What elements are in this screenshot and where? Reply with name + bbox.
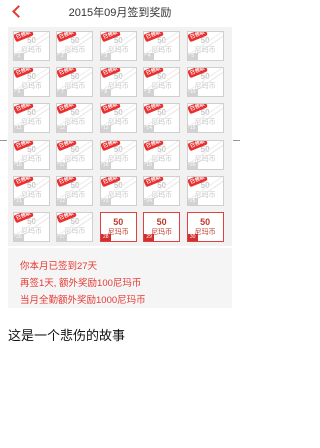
reward-cell-day-3[interactable]: 50 尼玛币 3 已领取 bbox=[99, 31, 137, 61]
page-title: 2015年09月签到奖励 bbox=[68, 7, 172, 19]
day-number: 30 bbox=[187, 234, 198, 241]
reward-cell-day-27[interactable]: 50 尼玛币 27 已领取 bbox=[56, 212, 94, 242]
reward-cell-day-29[interactable]: 50 尼玛币 29 bbox=[143, 212, 181, 242]
day-number: 12 bbox=[57, 125, 68, 133]
reward-cell-day-1[interactable]: 50 尼玛币 1 已领取 bbox=[13, 31, 50, 61]
day-number: 9 bbox=[144, 89, 155, 97]
day-number: 19 bbox=[144, 161, 155, 169]
day-number: 8 bbox=[100, 89, 111, 97]
sign-in-info-panel: 你本月已签到27天 再签1天, 额外奖励100尼玛币 当月全勤额外奖励1000尼… bbox=[8, 248, 232, 308]
top-bar: 2015年09月签到奖励 bbox=[0, 0, 240, 26]
day-number: 13 bbox=[100, 125, 111, 133]
day-number: 18 bbox=[100, 161, 111, 169]
reward-cell-day-25[interactable]: 50 尼玛币 25 已领取 bbox=[186, 175, 224, 206]
day-number: 25 bbox=[187, 197, 198, 205]
day-number: 3 bbox=[100, 53, 111, 60]
day-number: 14 bbox=[144, 125, 155, 133]
reward-cell-day-8[interactable]: 50 尼玛币 8 已领取 bbox=[99, 67, 137, 98]
day-number: 15 bbox=[187, 125, 198, 133]
day-number: 24 bbox=[144, 197, 155, 205]
reward-cell-day-17[interactable]: 50 尼玛币 17 已领取 bbox=[56, 139, 94, 170]
day-number: 10 bbox=[187, 89, 198, 97]
day-number: 4 bbox=[144, 53, 155, 60]
reward-cell-day-14[interactable]: 50 尼玛币 14 已领取 bbox=[143, 103, 181, 134]
day-number: 11 bbox=[14, 125, 24, 133]
day-number: 7 bbox=[57, 89, 68, 97]
day-number: 28 bbox=[100, 234, 111, 241]
reward-cell-day-4[interactable]: 50 尼玛币 4 已领取 bbox=[143, 31, 181, 61]
reward-cell-day-9[interactable]: 50 尼玛币 9 已领取 bbox=[143, 67, 181, 98]
reward-cell-day-13[interactable]: 50 尼玛币 13 已领取 bbox=[99, 103, 137, 134]
reward-cell-day-5[interactable]: 50 尼玛币 5 已领取 bbox=[186, 31, 224, 61]
day-number: 29 bbox=[144, 234, 155, 241]
reward-cell-day-30[interactable]: 50 尼玛币 30 bbox=[186, 212, 224, 242]
reward-amount: 50 bbox=[156, 217, 167, 227]
day-number: 20 bbox=[187, 161, 198, 169]
day-number: 21 bbox=[14, 197, 24, 205]
reward-cell-day-6[interactable]: 50 尼玛币 6 已领取 bbox=[13, 67, 50, 98]
next-bonus-text: 再签1天, 额外奖励100尼玛币 bbox=[20, 278, 142, 289]
reward-cell-day-20[interactable]: 50 尼玛币 20 已领取 bbox=[186, 139, 224, 170]
day-number: 27 bbox=[57, 234, 68, 241]
sign-in-calendar: 50 尼玛币 1 已领取 50 尼玛币 2 已领取 50 尼玛币 3 已领取 50 尼玛币 4 已领取 50 尼玛… bbox=[8, 27, 232, 246]
right-edge-marker bbox=[233, 140, 240, 141]
reward-cell-day-16[interactable]: 50 尼玛币 16 已领取 bbox=[13, 139, 50, 170]
day-number: 1 bbox=[14, 53, 24, 60]
day-number: 17 bbox=[57, 161, 68, 169]
day-number: 6 bbox=[14, 89, 24, 97]
reward-cell-day-21[interactable]: 50 尼玛币 21 已领取 bbox=[13, 175, 50, 206]
reward-cell-day-2[interactable]: 50 尼玛币 2 已领取 bbox=[56, 31, 94, 61]
reward-cell-day-28[interactable]: 50 尼玛币 28 bbox=[99, 212, 137, 242]
reward-cell-day-11[interactable]: 50 尼玛币 11 已领取 bbox=[13, 103, 50, 134]
day-number: 23 bbox=[100, 197, 111, 205]
day-number: 5 bbox=[187, 53, 198, 60]
left-edge-marker bbox=[0, 140, 7, 141]
day-number: 26 bbox=[14, 234, 24, 241]
reward-grid: 50 尼玛币 1 已领取 50 尼玛币 2 已领取 50 尼玛币 3 已领取 50 尼玛币 4 已领取 50 尼玛… bbox=[8, 27, 232, 246]
reward-cell-day-10[interactable]: 50 尼玛币 10 已领取 bbox=[186, 67, 224, 98]
reward-cell-day-18[interactable]: 50 尼玛币 18 已领取 bbox=[99, 139, 137, 170]
day-number: 16 bbox=[14, 161, 24, 169]
reward-cell-day-22[interactable]: 50 尼玛币 22 已领取 bbox=[56, 175, 94, 206]
reward-amount: 50 bbox=[200, 217, 211, 227]
day-number: 22 bbox=[57, 197, 68, 205]
reward-cell-day-15[interactable]: 50 尼玛币 15 已领取 bbox=[186, 103, 224, 134]
reward-cell-day-23[interactable]: 50 尼玛币 23 已领取 bbox=[99, 175, 137, 206]
reward-cell-day-19[interactable]: 50 尼玛币 19 已领取 bbox=[143, 139, 181, 170]
reward-cell-day-26[interactable]: 50 尼玛币 26 已领取 bbox=[13, 212, 50, 242]
reward-cell-day-24[interactable]: 50 尼玛币 24 已领取 bbox=[143, 175, 181, 206]
reward-cell-day-12[interactable]: 50 尼玛币 12 已领取 bbox=[56, 103, 94, 134]
full-attendance-text: 当月全勤额外奖励1000尼玛币 bbox=[20, 295, 146, 306]
reward-cell-day-7[interactable]: 50 尼玛币 7 已领取 bbox=[56, 67, 94, 98]
story-text: 这是一个悲伤的故事 bbox=[8, 328, 126, 343]
signed-days-text: 你本月已签到27天 bbox=[20, 261, 98, 272]
day-number: 2 bbox=[57, 53, 68, 60]
reward-amount: 50 bbox=[113, 217, 124, 227]
